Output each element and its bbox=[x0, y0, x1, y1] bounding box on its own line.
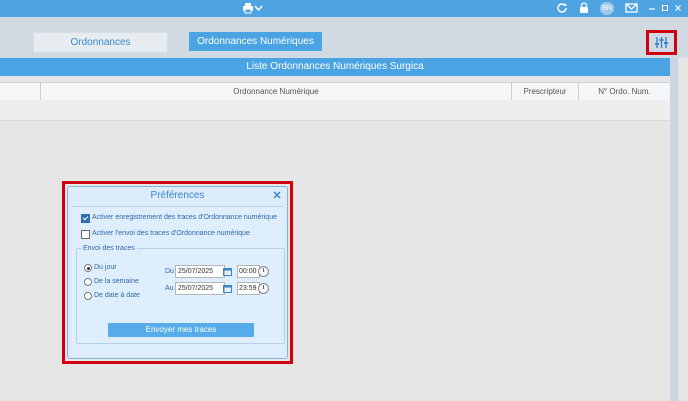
enable-trace-sending-label[interactable]: Activer l'envoi des traces d'Ordonnance … bbox=[92, 229, 250, 238]
send-traces-group: Envoi des traces Du jour De la semaine D… bbox=[76, 244, 285, 344]
enable-trace-recording-checkbox[interactable] bbox=[81, 214, 90, 223]
period-range-radio[interactable] bbox=[84, 292, 92, 300]
user-avatar-badge[interactable]: BN bbox=[600, 2, 614, 15]
tab-bar: Ordonnances Ordonnances Numériques bbox=[0, 17, 688, 58]
printer-icon[interactable] bbox=[242, 2, 254, 15]
period-today-label[interactable]: Du jour bbox=[94, 263, 117, 272]
lock-icon[interactable] bbox=[579, 2, 589, 15]
clock-icon[interactable] bbox=[258, 266, 269, 277]
calendar-icon[interactable] bbox=[223, 284, 232, 293]
preferences-button[interactable] bbox=[646, 30, 677, 55]
table-header: Ordonnance Numérique Prescripteur N° Ord… bbox=[0, 82, 670, 101]
preferences-dialog: Préférences ✕ Activer enregistrement des… bbox=[67, 186, 288, 359]
enable-trace-sending-checkbox[interactable] bbox=[81, 230, 90, 239]
tab-ordonnances-numeriques[interactable]: Ordonnances Numériques bbox=[189, 32, 322, 51]
period-today-radio[interactable] bbox=[84, 264, 92, 272]
to-date-field[interactable]: 25/07/2025 bbox=[175, 282, 225, 295]
dialog-title: Préférences bbox=[150, 190, 205, 201]
vertical-scrollbar[interactable] bbox=[670, 58, 678, 401]
from-time-field[interactable]: 00:00 bbox=[237, 265, 260, 278]
tab-ordonnances[interactable]: Ordonnances bbox=[33, 32, 168, 53]
mail-icon[interactable] bbox=[625, 2, 638, 15]
clock-icon[interactable] bbox=[258, 283, 269, 294]
dialog-body: Activer enregistrement des traces d'Ordo… bbox=[72, 206, 285, 356]
chevron-down-icon[interactable] bbox=[254, 2, 263, 15]
column-header-ordonnance[interactable]: Ordonnance Numérique bbox=[41, 83, 511, 100]
from-label: Du bbox=[165, 268, 174, 275]
table-row[interactable] bbox=[0, 100, 670, 121]
minimize-icon[interactable] bbox=[648, 2, 656, 15]
column-header-num-ordo[interactable]: N° Ordo. Num. bbox=[579, 83, 670, 100]
period-week-label[interactable]: De la semaine bbox=[94, 277, 139, 286]
period-range-label[interactable]: De date à date bbox=[94, 291, 140, 300]
to-time-field[interactable]: 23:59 bbox=[237, 282, 260, 295]
sliders-icon bbox=[649, 33, 674, 52]
refresh-icon[interactable] bbox=[556, 2, 568, 15]
send-traces-button[interactable]: Envoyer mes traces bbox=[108, 323, 254, 337]
calendar-icon[interactable] bbox=[223, 267, 232, 276]
group-legend: Envoi des traces bbox=[81, 244, 137, 253]
column-header-prescripteur[interactable]: Prescripteur bbox=[512, 83, 578, 100]
to-label: Au bbox=[165, 285, 174, 292]
list-title-bar: Liste Ordonnances Numériques Surgica bbox=[0, 58, 670, 76]
from-date-field[interactable]: 25/07/2025 bbox=[175, 265, 225, 278]
close-icon[interactable]: ✕ bbox=[271, 189, 283, 203]
maximize-icon[interactable] bbox=[661, 2, 669, 15]
period-week-radio[interactable] bbox=[84, 278, 92, 286]
close-icon[interactable] bbox=[674, 2, 682, 15]
enable-trace-recording-label[interactable]: Activer enregistrement des traces d'Ordo… bbox=[92, 213, 277, 222]
title-bar: BN bbox=[0, 0, 688, 17]
